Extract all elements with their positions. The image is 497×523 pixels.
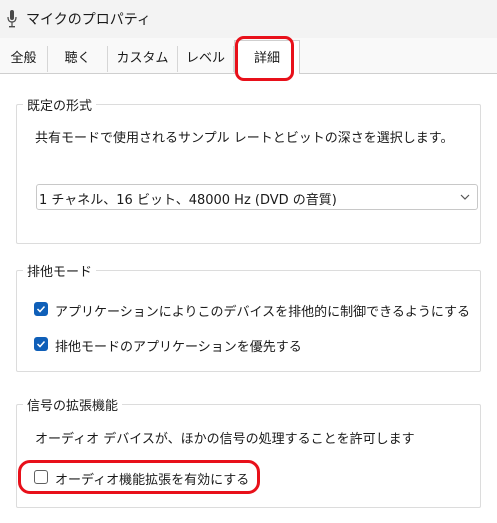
prioritize-exclusive-label: 排他モードのアプリケーションを優先する — [55, 340, 302, 355]
default-format-description: 共有モードで使用されるサンプル レートとビットの深さを選択します。 — [35, 131, 454, 146]
window-title: マイクのプロパティ — [26, 12, 151, 28]
tab-general[interactable]: 全般 — [0, 46, 48, 72]
microphone-icon — [7, 10, 17, 28]
checkmark-icon — [36, 305, 46, 313]
default-format-group: 既定の形式 — [16, 95, 481, 244]
enable-audio-enhancements-label: オーディオ機能拡張を有効にする — [55, 473, 250, 488]
checkmark-icon — [36, 340, 46, 348]
prioritize-exclusive-checkbox[interactable] — [34, 337, 48, 351]
default-format-select[interactable]: 1 チャネル、16 ビット、48000 Hz (DVD の音質) — [36, 184, 478, 210]
chevron-down-icon — [460, 194, 470, 200]
default-format-value: 1 チャネル、16 ビット、48000 Hz (DVD の音質) — [39, 193, 337, 208]
tab-label: カスタム — [116, 51, 169, 66]
tab-listen[interactable]: 聴く — [48, 46, 108, 72]
tab-levels[interactable]: レベル — [178, 46, 234, 72]
enable-audio-enhancements-checkbox[interactable] — [34, 470, 48, 484]
signal-enhancements-description: オーディオ デバイスが、ほかの信号の処理することを許可します — [35, 432, 415, 447]
tab-label: 詳細 — [253, 51, 280, 66]
signal-enhancements-title: 信号の拡張機能 — [23, 395, 123, 414]
allow-exclusive-control-checkbox[interactable] — [34, 302, 48, 316]
tab-label: 聴く — [64, 51, 91, 66]
allow-exclusive-control-label: アプリケーションによりこのデバイスを排他的に制御できるようにする — [55, 305, 470, 320]
tab-advanced[interactable]: 詳細 — [234, 40, 300, 74]
tab-label: レベル — [185, 51, 225, 66]
tab-custom[interactable]: カスタム — [108, 46, 178, 72]
tab-bar: 全般 聴く カスタム レベル 詳細 — [0, 40, 497, 74]
default-format-title: 既定の形式 — [23, 95, 97, 114]
title-bar: マイクのプロパティ — [0, 0, 497, 38]
advanced-panel: 既定の形式 共有モードで使用されるサンプル レートとビットの深さを選択します。 … — [0, 73, 497, 523]
tab-label: 全般 — [10, 51, 37, 66]
exclusive-mode-group: 排他モード — [16, 261, 481, 372]
exclusive-mode-title: 排他モード — [23, 261, 97, 280]
signal-enhancements-group: 信号の拡張機能 — [16, 395, 481, 508]
